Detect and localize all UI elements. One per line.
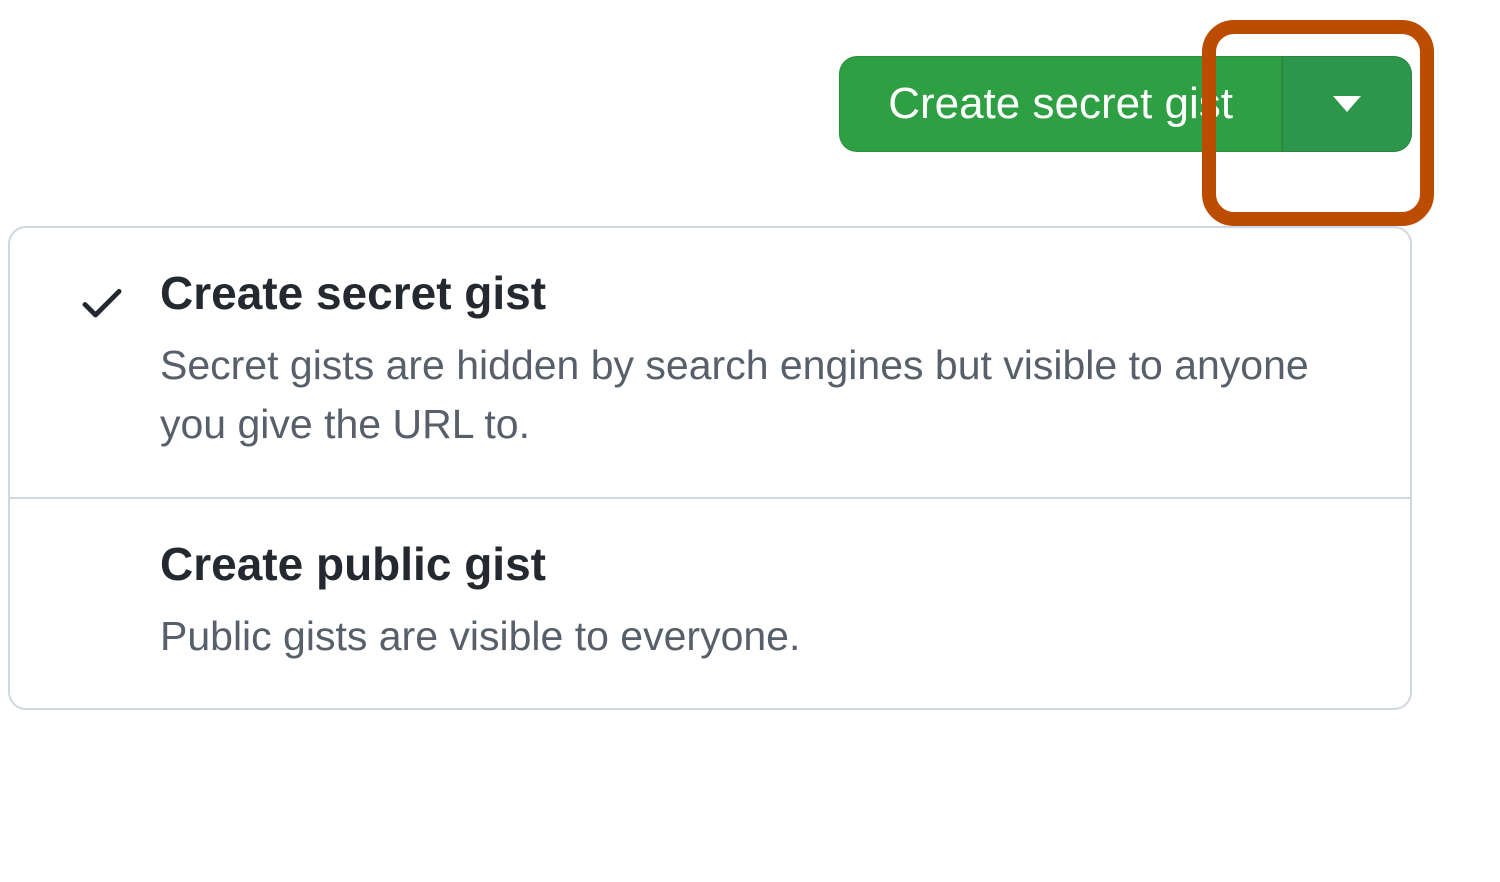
menu-item-title: Create public gist <box>160 537 1370 591</box>
dropdown-toggle-button[interactable] <box>1282 56 1412 152</box>
gist-visibility-dropdown-menu: Create secret gist Secret gists are hidd… <box>8 226 1412 710</box>
caret-down-icon <box>1333 96 1361 112</box>
create-gist-button-label: Create secret gist <box>888 79 1233 129</box>
menu-item-public-gist[interactable]: Create public gist Public gists are visi… <box>10 499 1410 708</box>
create-gist-button[interactable]: Create secret gist <box>839 56 1282 152</box>
menu-item-description: Secret gists are hidden by search engine… <box>160 336 1370 455</box>
menu-item-title: Create secret gist <box>160 266 1370 320</box>
menu-item-secret-gist[interactable]: Create secret gist Secret gists are hidd… <box>10 228 1410 499</box>
check-icon <box>76 276 128 333</box>
menu-item-description: Public gists are visible to everyone. <box>160 607 1370 666</box>
split-button-group: Create secret gist <box>839 56 1412 152</box>
